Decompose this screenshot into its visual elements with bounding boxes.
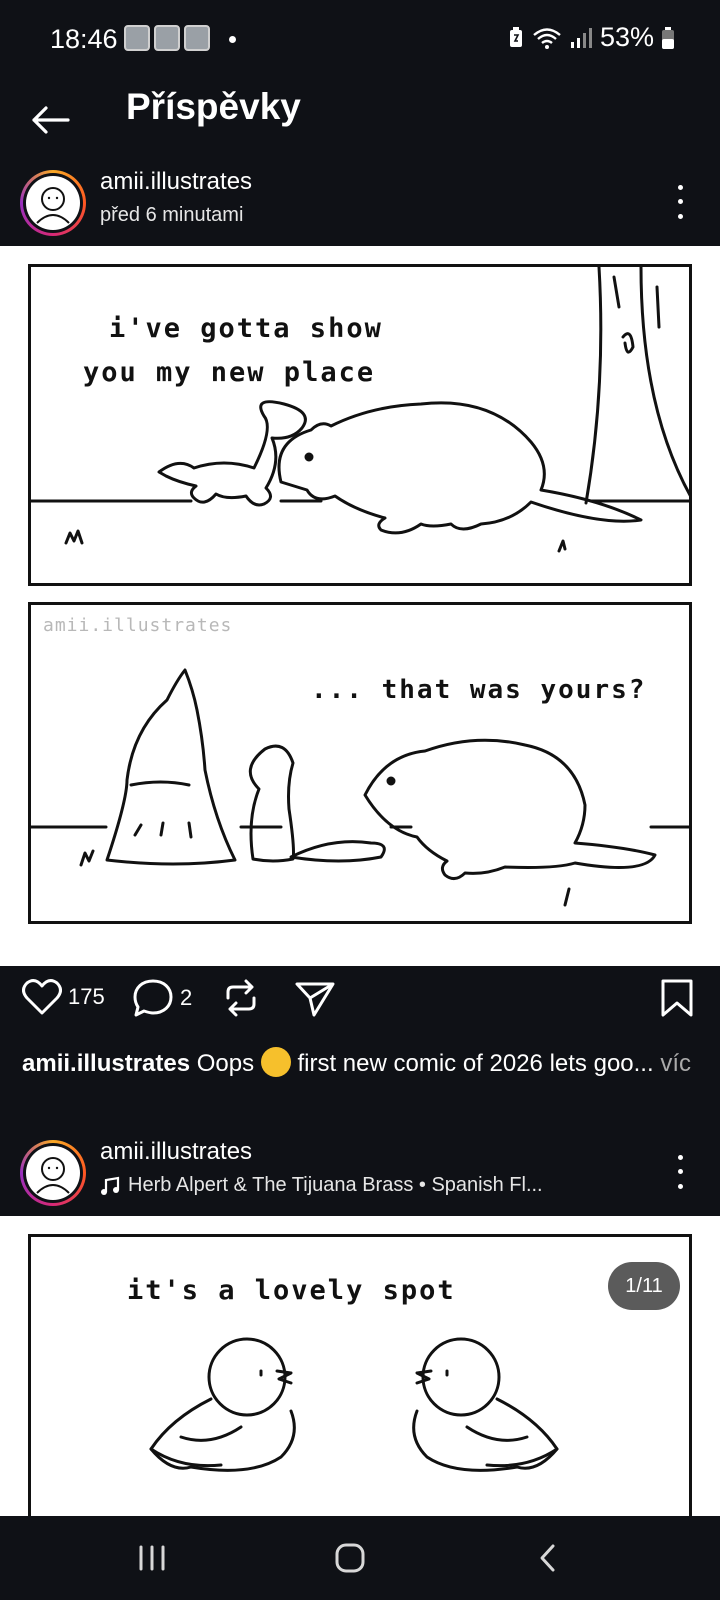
repost-icon: [226, 979, 256, 1017]
comment-icon: [133, 979, 173, 1017]
music-info[interactable]: Herb Alpert & The Tijuana Brass • Spanis…: [100, 1174, 543, 1197]
wifi-icon: [533, 27, 561, 49]
nav-back-icon: [540, 1544, 555, 1572]
signal-icon: [570, 27, 592, 48]
more-options-button[interactable]: [668, 180, 692, 224]
share-button[interactable]: [294, 978, 336, 1018]
more-vertical-icon: [677, 1154, 683, 1160]
post-timestamp: před 6 minutami: [100, 204, 244, 226]
post-image[interactable]: it's a lovely spot: [0, 1216, 720, 1534]
avatar-face-icon: [36, 1157, 70, 1194]
like-button[interactable]: 175: [22, 978, 105, 1016]
send-icon: [295, 982, 335, 1017]
caption-text: Oops: [196, 1050, 255, 1077]
confused-face-icon: [260, 1047, 291, 1077]
heart-icon: [22, 979, 62, 1015]
recents-icon: [139, 1545, 165, 1571]
post-caption: amii.illustrates Oops first new comic of…: [22, 1046, 702, 1082]
more-notifications-dot: [229, 36, 236, 43]
comic-drawing-beaver-lodge: [31, 668, 691, 907]
repost-button[interactable]: [222, 978, 260, 1018]
post-image[interactable]: i've gotta show you my new place amii.il…: [0, 246, 720, 966]
post-header: amii.illustrates Herb Alpert & The Tijua…: [0, 1128, 720, 1216]
carousel-counter: 1/11: [608, 1262, 680, 1310]
battery-icon: [662, 26, 674, 49]
music-title: Herb Alpert & The Tijuana Brass • Spanis…: [128, 1174, 543, 1196]
avatar[interactable]: [20, 1140, 86, 1206]
comic-drawing-birds: [149, 1337, 559, 1472]
post-actions: 175 2: [0, 966, 720, 1036]
home-icon: [335, 1543, 365, 1573]
app-header: [0, 80, 720, 160]
status-bar: 18:46 53%: [0, 0, 720, 80]
app-notification-icon: [184, 25, 210, 51]
arrow-left-icon: [32, 106, 70, 134]
comic-panel: amii.illustrates ... that was yours?: [28, 602, 692, 924]
more-options-button[interactable]: [668, 1150, 692, 1194]
save-button[interactable]: [660, 978, 694, 1018]
comment-button[interactable]: 2: [132, 978, 192, 1018]
more-vertical-icon: [677, 184, 683, 190]
app-notification-icon: [124, 25, 150, 51]
bookmark-icon: [661, 979, 693, 1017]
post-header: amii.illustrates před 6 minutami: [0, 158, 720, 246]
battery-saver-icon: [509, 26, 522, 47]
system-nav-bar: [0, 1516, 720, 1600]
caption-more-link[interactable]: víc: [660, 1050, 691, 1077]
comment-count: 2: [180, 985, 193, 1010]
comic-panel: i've gotta show you my new place: [28, 264, 692, 586]
caption-username[interactable]: amii.illustrates: [22, 1050, 190, 1077]
comic-drawing-beaver-squirrel: [31, 267, 691, 553]
page-title: Příspěvky: [126, 86, 301, 127]
music-note-icon: [101, 1176, 120, 1195]
app-notification-icon: [154, 25, 180, 51]
home-button[interactable]: [320, 1536, 380, 1580]
notification-icons: [124, 25, 210, 51]
back-button[interactable]: [24, 94, 76, 146]
post-username[interactable]: amii.illustrates: [100, 1138, 252, 1166]
comic-panel: it's a lovely spot: [28, 1234, 692, 1534]
status-time: 18:46: [50, 24, 118, 54]
avatar-face-icon: [36, 187, 70, 224]
recents-button[interactable]: [122, 1536, 182, 1580]
post-username[interactable]: amii.illustrates: [100, 168, 252, 196]
status-indicators: 53%: [508, 22, 674, 53]
nav-back-button[interactable]: [518, 1536, 578, 1580]
like-count: 175: [68, 984, 105, 1009]
avatar[interactable]: [20, 170, 86, 236]
battery-percentage: 53%: [599, 22, 654, 52]
caption-text: first new comic of 2026 lets goo...: [297, 1050, 654, 1077]
